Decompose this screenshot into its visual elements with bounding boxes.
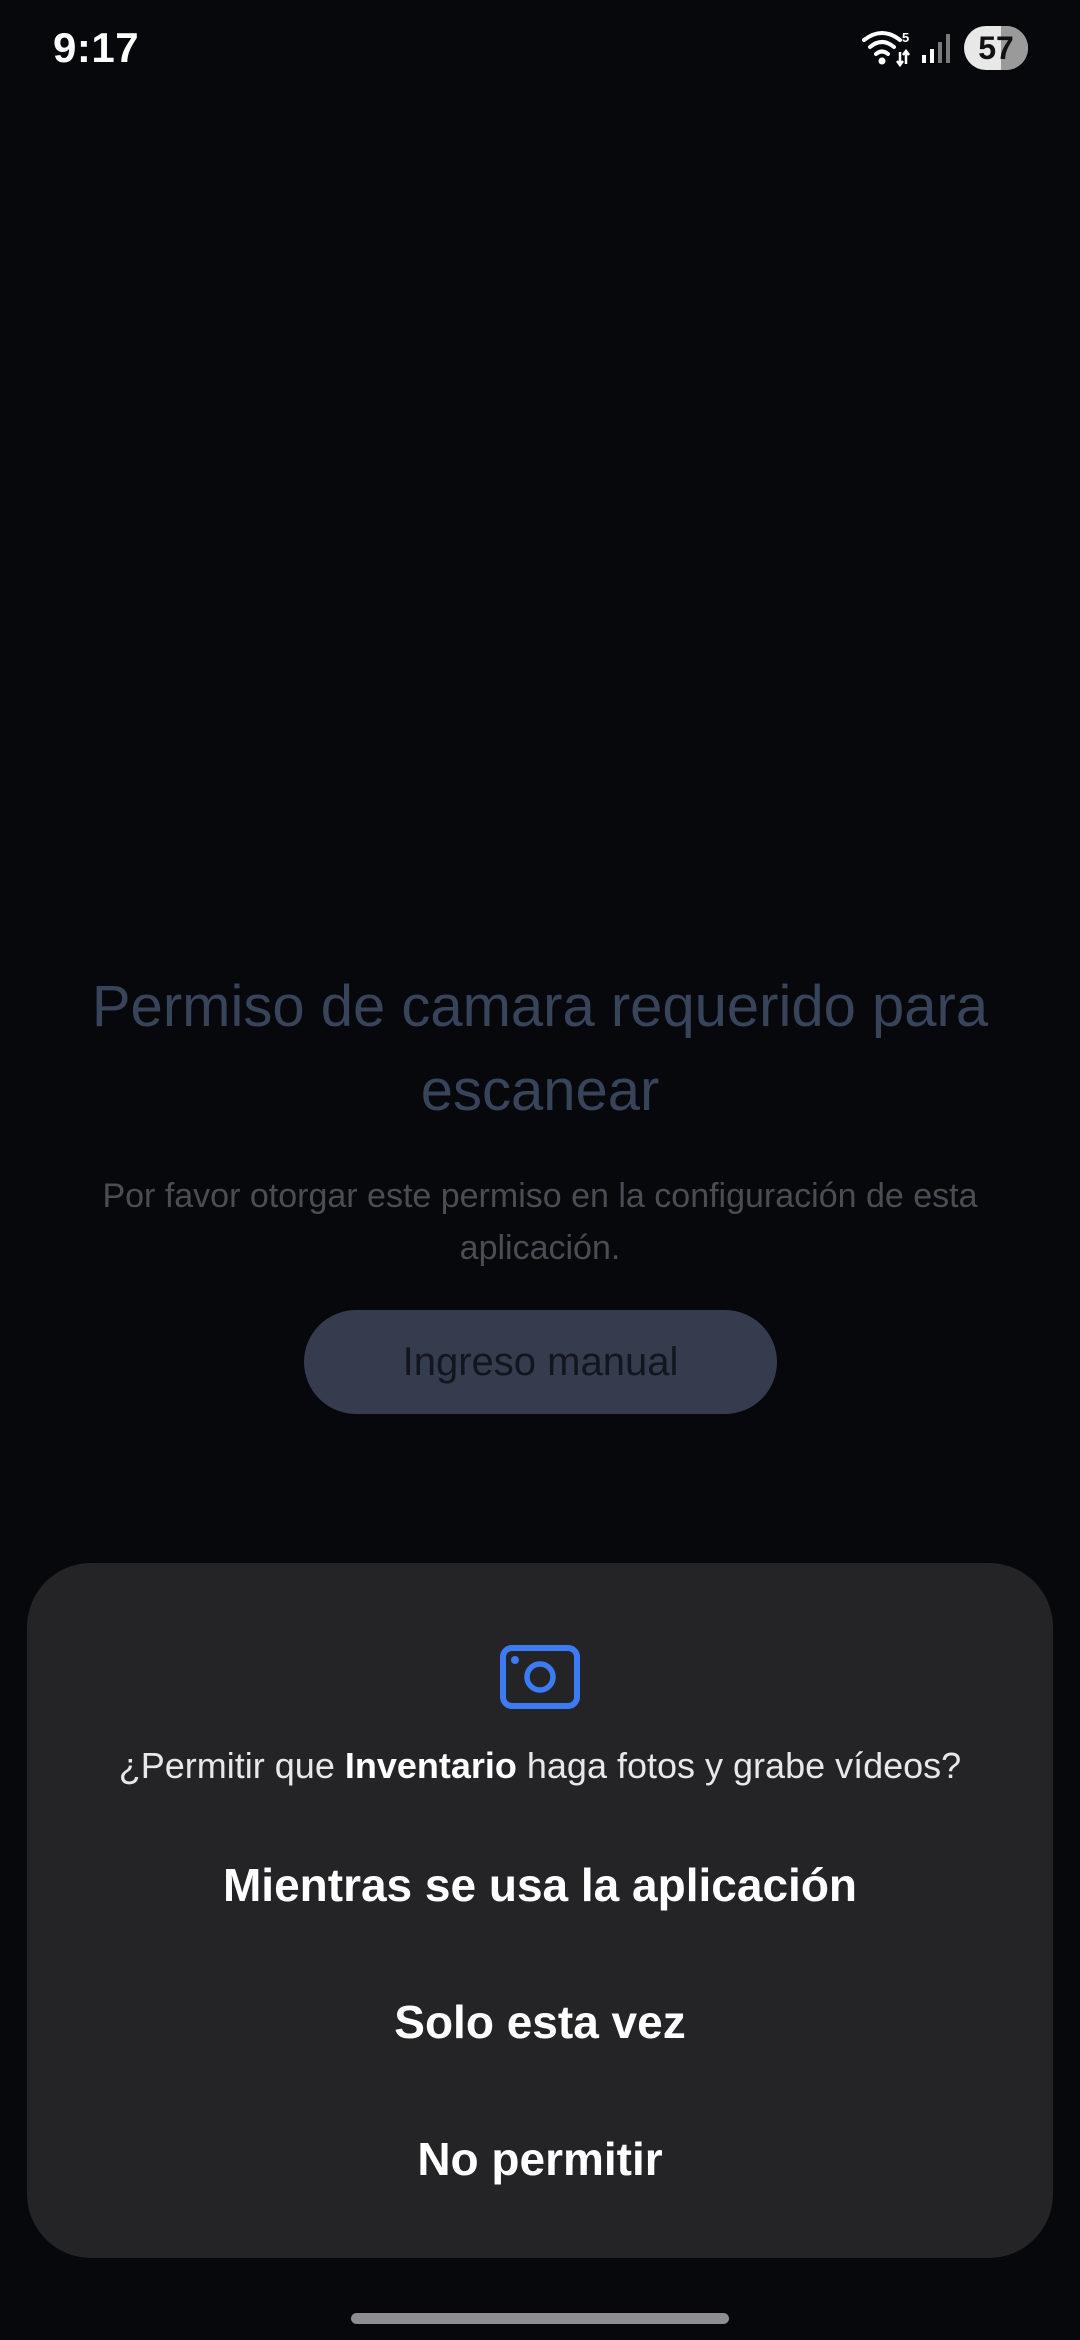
status-icons: 5 57 (862, 26, 1028, 70)
home-indicator[interactable] (351, 2313, 729, 2324)
allow-once-button[interactable]: Solo esta vez (87, 1967, 993, 2077)
permission-question: ¿Permitir que Inventario haga fotos y gr… (118, 1745, 962, 1786)
allow-while-using-button[interactable]: Mientras se usa la aplicación (87, 1830, 993, 1940)
status-bar: 9:17 5 57 (0, 0, 1080, 100)
deny-button[interactable]: No permitir (87, 2104, 993, 2214)
battery-icon: 57 (964, 26, 1028, 70)
camera-icon (500, 1645, 580, 1709)
wifi-badge: 5 (902, 30, 909, 45)
screen: 9:17 5 57 Permiso de camara requerido pa… (0, 0, 1080, 2340)
battery-level: 57 (978, 29, 1014, 66)
page-title: Permiso de camara requerido para escanea… (91, 974, 989, 1123)
app-name: Inventario (344, 1745, 517, 1786)
manual-entry-button[interactable]: Ingreso manual (304, 1310, 777, 1414)
permission-dialog: ¿Permitir que Inventario haga fotos y gr… (27, 1563, 1053, 2258)
signal-icon (920, 31, 954, 65)
wifi-icon: 5 (862, 28, 910, 68)
status-time: 9:17 (53, 24, 140, 71)
page-subtitle: Por favor otorgar este permiso en la con… (102, 1177, 978, 1267)
